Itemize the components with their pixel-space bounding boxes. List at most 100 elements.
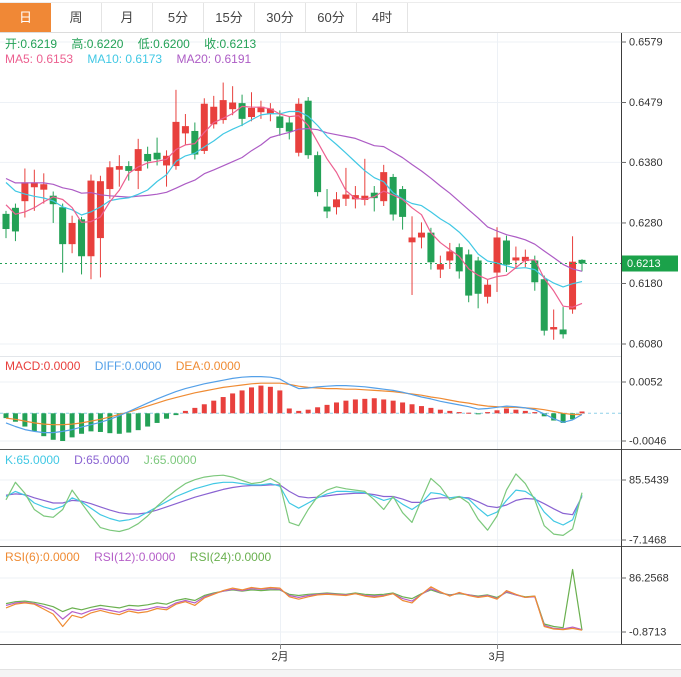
macd-bar <box>230 393 236 414</box>
bottom-strip <box>0 670 681 677</box>
tab-60min[interactable]: 60分 <box>306 3 357 32</box>
macd-bar <box>192 407 198 414</box>
axis-labels: 0.6579 0.6479 0.6380 0.6280 0.6180 0.6080 0.00… <box>621 37 669 638</box>
macd-bar <box>220 397 226 414</box>
macd-bar <box>277 390 283 414</box>
candle-body <box>181 126 189 134</box>
candle-body <box>276 116 284 128</box>
axis-tick-label: 0.6579 <box>629 37 663 49</box>
candle-body <box>238 103 246 119</box>
candle-body <box>248 107 256 118</box>
tab-weekly[interactable]: 周 <box>51 3 102 32</box>
tab-30min[interactable]: 30分 <box>255 3 306 32</box>
period-tabbar: 日周月 5分 15分 30分 60分 4时 <box>0 2 681 33</box>
candle-body <box>285 122 293 132</box>
candle-body <box>144 153 152 162</box>
macd-bar <box>532 412 538 414</box>
chart-svg: 0.6579 0.6479 0.6380 0.6280 0.6180 0.6080 0.00… <box>0 32 681 677</box>
macd-bar <box>409 404 415 414</box>
ma10-value: MA10: 0.6173 <box>87 52 163 66</box>
x-axis-label: 2月 <box>271 651 288 663</box>
macd-bar <box>522 410 528 414</box>
candle-body <box>40 184 48 190</box>
axis-tick-label: -7.1468 <box>629 535 666 547</box>
macd-bar <box>400 402 406 414</box>
tab-15min[interactable]: 15分 <box>204 3 255 32</box>
candle-body <box>323 206 331 212</box>
axis-tick-label: 0.6479 <box>629 97 663 109</box>
kdj-row: K:65.0000 D:65.0000 J:65.0000 <box>5 453 208 467</box>
candle-body <box>427 232 435 263</box>
macd-bar <box>362 398 368 414</box>
macd-bar <box>239 390 245 414</box>
macd-bar <box>485 412 491 414</box>
macd-bar <box>579 411 585 414</box>
k-value: K:65.0000 <box>5 453 60 467</box>
candle-body <box>408 237 416 243</box>
dea-value: DEA:0.0000 <box>175 359 241 373</box>
candle-body <box>474 260 482 294</box>
candle-body <box>512 257 520 261</box>
macd-bar <box>324 404 330 414</box>
axis-tick-label: 0.6080 <box>629 338 663 350</box>
candle-body <box>550 327 558 330</box>
tab-monthly[interactable]: 月 <box>102 3 153 32</box>
trading-chart-app: 日周月 5分 15分 30分 60分 4时 开:0.6219 高:0.6220 低:0.6… <box>0 0 681 677</box>
axis-tick-label: -0.8713 <box>629 626 666 638</box>
diff-value: DIFF:0.0000 <box>94 359 162 373</box>
open-value: 开:0.6219 <box>5 37 58 51</box>
macd-bar <box>352 399 358 414</box>
candle-body <box>314 155 322 193</box>
macd-bar <box>333 402 339 414</box>
kdj-lines <box>5 473 583 537</box>
macd-bar <box>164 413 170 419</box>
macd-bar <box>381 399 387 414</box>
candle-body <box>559 329 567 335</box>
close-value: 收:0.6213 <box>204 37 257 51</box>
candle-body <box>229 102 237 110</box>
rsi12-value: RSI(12):0.0000 <box>94 550 176 564</box>
candle-body <box>59 207 67 245</box>
axis-tick-label: 0.6280 <box>629 217 663 229</box>
macd-bar <box>503 408 509 414</box>
macd-bar <box>69 413 75 438</box>
current-price-badge-text: 0.6213 <box>627 258 661 270</box>
candle-body <box>125 166 133 171</box>
macd-bar <box>154 413 160 423</box>
macd-bar <box>447 410 453 414</box>
macd-bar <box>3 413 9 419</box>
rsi6-line <box>5 586 583 631</box>
candle-body <box>484 284 492 297</box>
axis-tick-label: 85.5439 <box>629 475 669 487</box>
tab-5min[interactable]: 5分 <box>153 3 204 32</box>
candle-body <box>200 103 208 151</box>
candle-body <box>493 237 501 273</box>
macd-bar <box>249 387 255 414</box>
tab-4hour[interactable]: 4时 <box>357 3 408 32</box>
candle-body <box>78 219 86 257</box>
macd-bar <box>145 413 151 427</box>
ma5-value: MA5: 0.6153 <box>5 52 74 66</box>
candle-body <box>106 167 114 190</box>
axis-tick-label: 0.6180 <box>629 278 663 290</box>
macd-bar <box>211 400 217 414</box>
macd-bar <box>286 408 292 414</box>
macd-bar <box>343 400 349 414</box>
ma-row: MA5: 0.6153 MA10: 0.6173 MA20: 0.6191 <box>5 52 262 66</box>
macd-bar <box>428 407 434 414</box>
low-value: 低:0.6200 <box>137 37 190 51</box>
axis-tick-label: 0.0052 <box>629 376 663 388</box>
x-axis-label: 3月 <box>488 651 505 663</box>
macd-bar <box>418 406 424 414</box>
macd-bar <box>305 409 311 414</box>
chart-canvas[interactable]: 0.6579 0.6479 0.6380 0.6280 0.6180 0.6080 0.00… <box>0 0 681 677</box>
rsi-row: RSI(6):0.0000 RSI(12):0.0000 RSI(24):0.0… <box>5 550 282 564</box>
axis-tick-label: 86.2568 <box>629 573 669 585</box>
macd-bar <box>126 413 132 433</box>
macd-row: MACD:0.0000 DIFF:0.0000 DEA:0.0000 <box>5 359 251 373</box>
candle-body <box>578 259 586 264</box>
tab-daily[interactable]: 日 <box>0 3 51 32</box>
rsi24-value: RSI(24):0.0000 <box>189 550 272 564</box>
candle-body <box>502 240 510 265</box>
macd-bar <box>258 385 264 414</box>
